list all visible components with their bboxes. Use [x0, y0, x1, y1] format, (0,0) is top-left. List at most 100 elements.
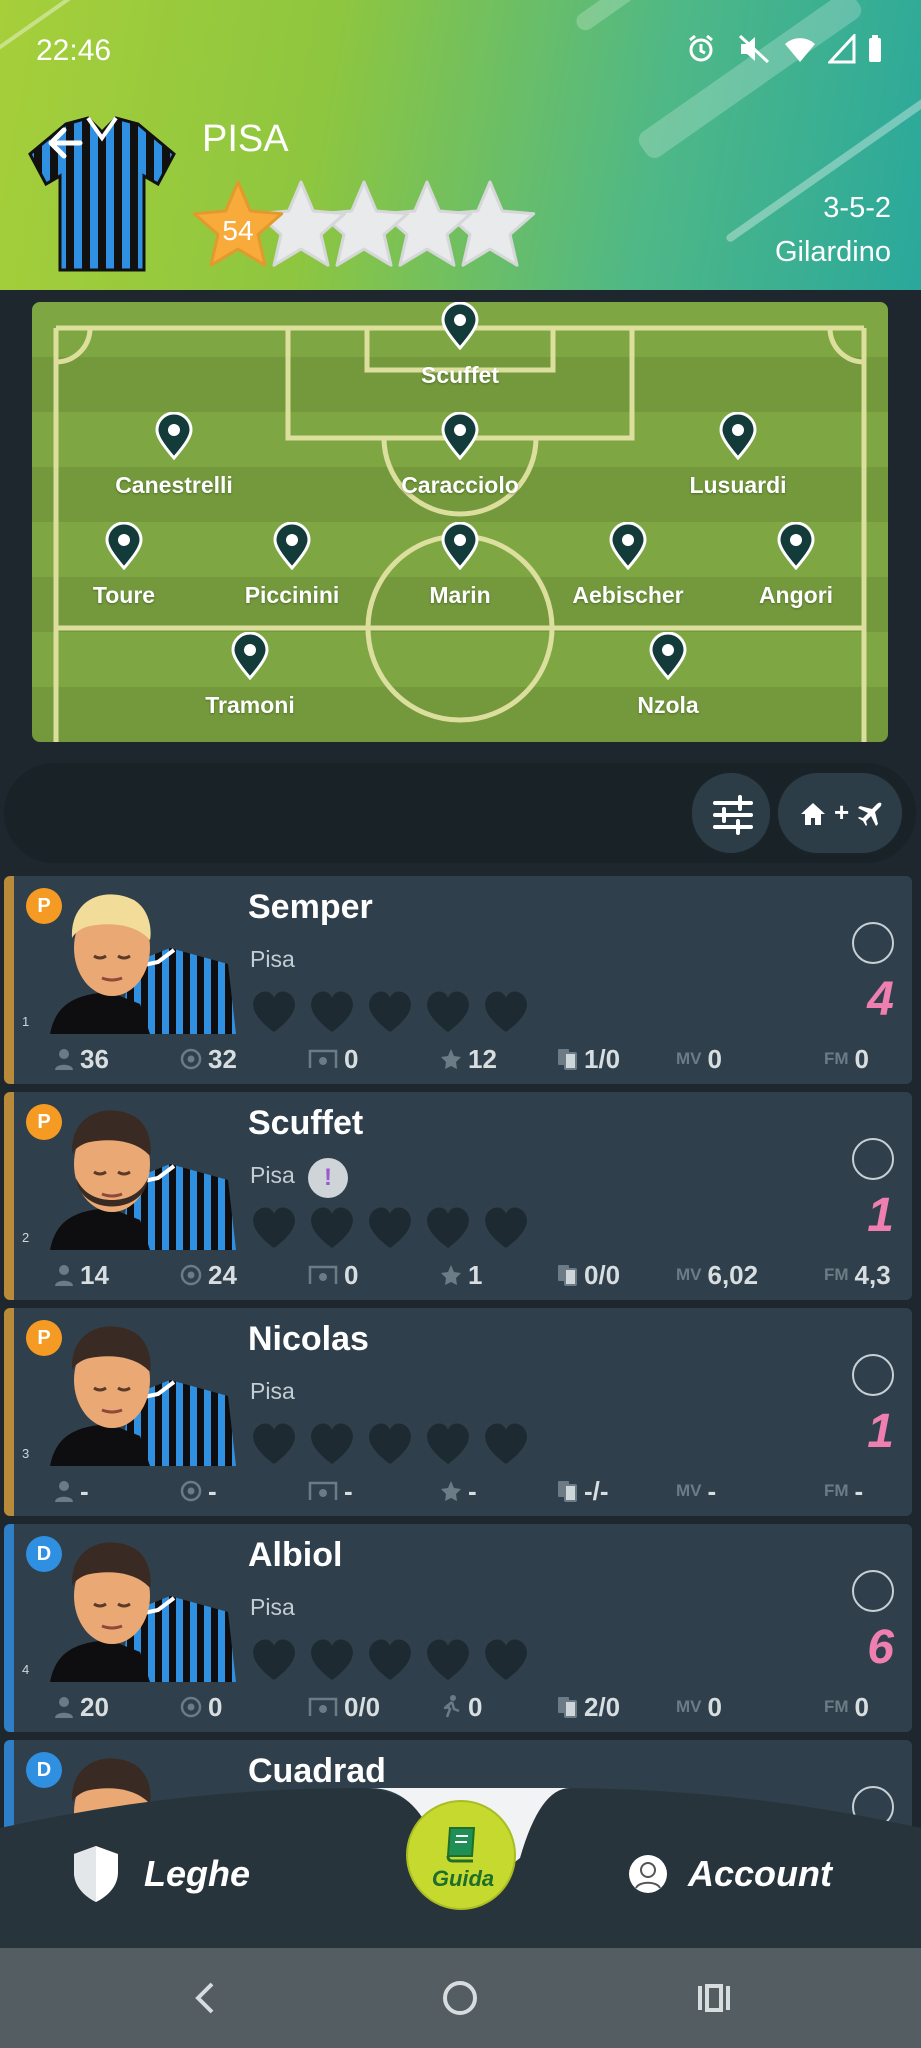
system-recents-icon[interactable]	[696, 1980, 732, 2016]
stat-goals: 32	[180, 1042, 237, 1076]
player-card[interactable]: D 4 Albiol Pisa 6 20 0 0/0 0 2/0 MV 0 FM 0	[4, 1524, 912, 1732]
player-team: Pisa	[250, 946, 295, 972]
system-back-icon[interactable]	[188, 1980, 222, 2016]
stat-mv: MV 6,02	[676, 1259, 759, 1290]
player-card[interactable]: P 2 Scuffet Pisa! 1 14 24 0 1 0/0 MV 6,02 FM 4,3	[4, 1092, 912, 1300]
star-icon	[441, 1049, 461, 1069]
book-icon	[446, 1827, 476, 1863]
goals-icon	[180, 1264, 202, 1286]
stat-cards: 2/0	[556, 1690, 620, 1724]
heart-icon	[369, 1207, 411, 1248]
player-name: Scuffet	[248, 1104, 364, 1142]
select-radio[interactable]	[852, 1570, 894, 1612]
select-radio[interactable]	[852, 1354, 894, 1396]
guida-button[interactable]: Guida	[406, 1800, 516, 1910]
appearances-icon	[55, 1481, 73, 1502]
formation-label: 3-5-2	[823, 192, 891, 224]
field-player-pin-icon[interactable]	[154, 412, 194, 460]
star-icon	[441, 1265, 461, 1285]
player-name: Albiol	[248, 1536, 343, 1574]
stat-fourth: 0	[440, 1690, 482, 1724]
coach-name: Gilardino	[774, 236, 891, 268]
player-name: Semper	[248, 888, 373, 926]
stat-cards: -/-	[556, 1474, 609, 1508]
mute-icon	[738, 34, 770, 64]
field-player-name[interactable]: Tramoni	[205, 692, 294, 719]
field-player-pin-icon[interactable]	[718, 412, 758, 460]
field-player-name[interactable]: Marin	[429, 582, 490, 609]
heart-icon	[253, 1639, 295, 1680]
field-player-name[interactable]: Toure	[93, 582, 155, 609]
player-avatar	[50, 894, 236, 1034]
field-player-name[interactable]: Caracciolo	[401, 472, 519, 499]
field-player-pin-icon[interactable]	[440, 302, 480, 350]
field-player-pin-icon[interactable]	[230, 632, 270, 680]
field-player-pin-icon[interactable]	[272, 522, 312, 570]
heart-icon	[253, 1207, 295, 1248]
home-away-toggle-button[interactable]: +	[776, 771, 904, 855]
shield-icon	[74, 1846, 118, 1902]
appearances-icon	[55, 1049, 73, 1070]
player-stats: 20 0 0/0 0 2/0 MV 0 FM 0	[4, 1690, 912, 1724]
nav-leghe-label: Leghe	[144, 1853, 251, 1894]
field-player-pin-icon[interactable]	[440, 522, 480, 570]
stat-saves: 0	[308, 1258, 358, 1292]
wifi-icon	[785, 38, 815, 62]
field-player-name[interactable]: Angori	[759, 582, 833, 609]
star-icon	[441, 1481, 461, 1501]
select-radio[interactable]	[852, 1138, 894, 1180]
plane-icon	[858, 802, 882, 826]
field-player-pin-icon[interactable]	[440, 412, 480, 460]
goals-icon	[180, 1048, 202, 1070]
field-player-name[interactable]: Aebischer	[572, 582, 683, 609]
stat-appearances: -	[54, 1474, 89, 1508]
filter-button[interactable]	[690, 771, 772, 855]
heart-icon	[253, 991, 295, 1032]
field-player-name[interactable]: Canestrelli	[115, 472, 233, 499]
select-radio[interactable]	[852, 922, 894, 964]
player-score: 6	[867, 1621, 894, 1674]
field-player-pin-icon[interactable]	[648, 632, 688, 680]
app-screen: 22:46 PISA 54 3-5-2 Gilardino Scuffet Ca…	[0, 0, 921, 2048]
player-score: 1	[867, 1405, 894, 1458]
player-score: 1	[867, 1189, 894, 1242]
field-player-pin-icon[interactable]	[104, 522, 144, 570]
system-home-icon[interactable]	[440, 1978, 480, 2018]
warning-badge[interactable]: !	[308, 1158, 348, 1198]
field-player-name[interactable]: Nzola	[637, 692, 698, 719]
stat-fourth: -	[440, 1474, 477, 1508]
signal-icon	[828, 34, 856, 64]
cards-icon	[558, 1265, 577, 1286]
stat-goals: 0	[180, 1690, 222, 1724]
heart-icon	[311, 991, 353, 1032]
nav-leghe[interactable]: Leghe	[70, 1844, 290, 1904]
heart-icon	[253, 1423, 295, 1464]
team-rating: 54	[222, 215, 253, 246]
player-card[interactable]: P 3 Nicolas Pisa 1- - - - -/- MV - FM -	[4, 1308, 912, 1516]
stat-fm: FM 4,3	[824, 1259, 891, 1290]
back-arrow-icon[interactable]	[40, 118, 90, 168]
player-number: 3	[22, 1446, 30, 1461]
heart-icon	[485, 1639, 527, 1680]
cards-icon	[558, 1697, 577, 1718]
stat-fourth: 1	[440, 1258, 482, 1292]
nav-account[interactable]: Account	[628, 1844, 898, 1904]
alarm-icon	[689, 34, 713, 62]
field-player-name[interactable]: Scuffet	[421, 362, 499, 389]
stat-appearances: 14	[54, 1258, 109, 1292]
stat-fm: FM 0	[824, 1043, 870, 1074]
player-card[interactable]: P 1 Semper Pisa 4 36 32 0 12 1/0 MV 0 FM 0	[4, 876, 912, 1084]
stat-saves: 0/0	[308, 1690, 380, 1724]
home-away-plus: +	[834, 797, 850, 827]
form-hearts	[253, 1207, 527, 1248]
stat-cards: 1/0	[556, 1042, 620, 1076]
player-stats: 36 32 0 12 1/0 MV 0 FM 0	[4, 1042, 912, 1076]
field-player-name[interactable]: Lusuardi	[689, 472, 786, 499]
nav-account-label: Account	[688, 1853, 832, 1894]
form-hearts	[253, 1423, 527, 1464]
stat-mv: MV 0	[676, 1691, 722, 1722]
appearances-icon	[55, 1697, 73, 1718]
field-player-pin-icon[interactable]	[776, 522, 816, 570]
field-player-pin-icon[interactable]	[608, 522, 648, 570]
field-player-name[interactable]: Piccinini	[245, 582, 340, 609]
